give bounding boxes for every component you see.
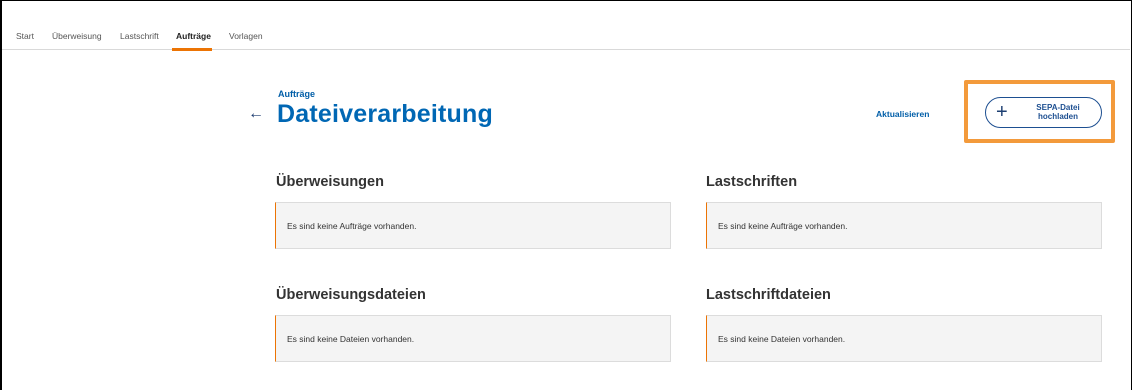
active-tab-indicator [172,48,212,51]
tab-ueberweisung[interactable]: Überweisung [52,30,102,42]
tab-vorlagen[interactable]: Vorlagen [229,30,263,42]
empty-state-lastschriftdateien: Es sind keine Dateien vorhanden. [706,315,1102,362]
empty-state-text: Es sind keine Aufträge vorhanden. [718,221,848,231]
refresh-link[interactable]: Aktualisieren [876,109,929,119]
page-title: Dateiverarbeitung [277,100,493,128]
tab-start[interactable]: Start [16,30,34,42]
sepa-upload-button[interactable]: + SEPA-Datei hochladen [985,97,1102,128]
empty-state-ueberweisungsdateien: Es sind keine Dateien vorhanden. [275,315,671,362]
section-title-lastschriften: Lastschriften [706,174,798,190]
section-title-ueberweisungen: Überweisungen [276,174,384,190]
section-title-ueberweisungsdateien: Überweisungsdateien [276,287,426,303]
tab-lastschrift[interactable]: Lastschrift [120,30,159,42]
back-arrow-icon[interactable]: ← [248,104,264,124]
tab-auftraege[interactable]: Aufträge [176,30,211,42]
breadcrumb[interactable]: Aufträge [278,89,315,99]
upload-button-label: SEPA-Datei hochladen [1028,103,1088,121]
empty-state-ueberweisungen: Es sind keine Aufträge vorhanden. [275,202,671,249]
upload-label-line-2: hochladen [1037,112,1078,121]
empty-state-text: Es sind keine Dateien vorhanden. [718,334,846,344]
upload-label-line-1: SEPA-Datei [1036,103,1080,112]
empty-state-lastschriften: Es sind keine Aufträge vorhanden. [706,202,1102,249]
plus-icon: + [996,101,1008,123]
empty-state-text: Es sind keine Dateien vorhanden. [287,334,415,344]
section-title-lastschriftdateien: Lastschriftdateien [706,287,831,303]
empty-state-text: Es sind keine Aufträge vorhanden. [287,221,417,231]
top-navigation: Start Überweisung Lastschrift Aufträge V… [2,24,1130,51]
